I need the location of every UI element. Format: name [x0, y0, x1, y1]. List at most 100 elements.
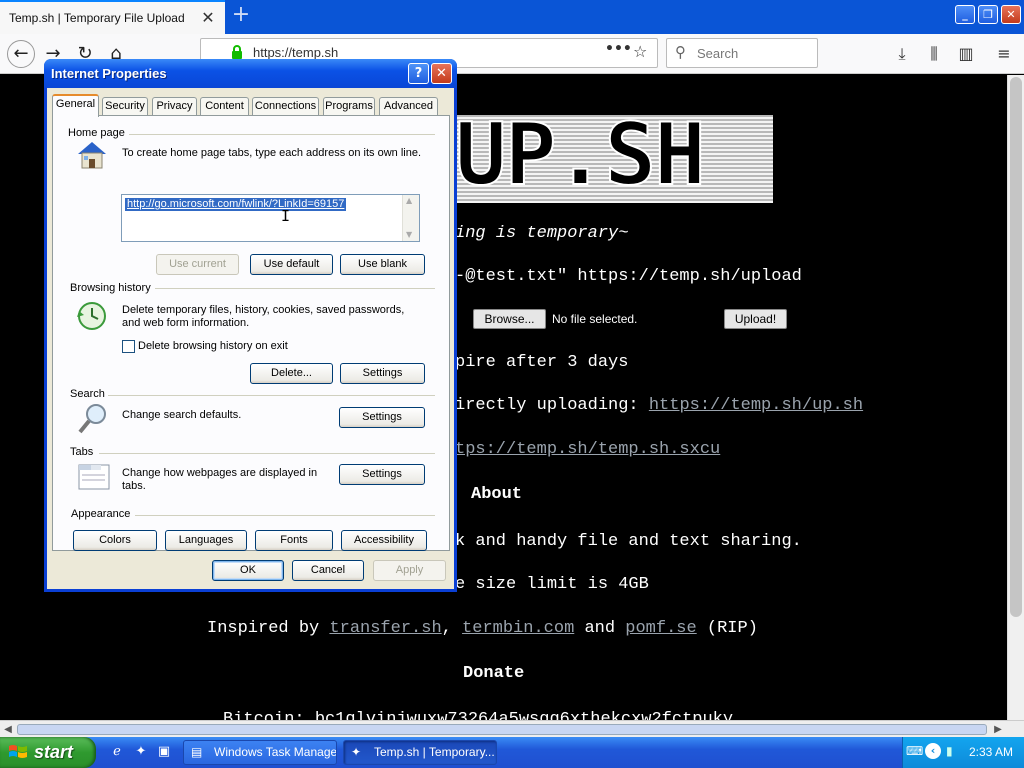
dialog-tabs: General Security Privacy Content Connect…: [52, 94, 452, 117]
text-cursor-icon: I: [281, 207, 291, 225]
termbin-link[interactable]: termbin.com: [462, 619, 574, 638]
delete-on-exit-label: Delete browsing history on exit: [138, 340, 288, 352]
file-status: No file selected.: [552, 312, 638, 326]
tab-programs[interactable]: Programs: [323, 97, 375, 116]
ie-quicklaunch-icon[interactable]: ℯ: [108, 744, 126, 762]
size-limit-text: e size limit is 4GB: [455, 575, 649, 594]
tab-general[interactable]: General: [52, 94, 99, 117]
scroll-down-icon[interactable]: ▼: [406, 230, 412, 239]
use-default-button[interactable]: Use default: [250, 254, 333, 275]
horizontal-scroll-thumb[interactable]: [17, 724, 987, 735]
firefox-task-label: Temp.sh | Temporary...: [374, 745, 495, 759]
colors-button[interactable]: Colors: [73, 530, 157, 551]
search-settings-button[interactable]: Settings: [339, 407, 425, 428]
cancel-button[interactable]: Cancel: [292, 560, 364, 581]
tab-privacy[interactable]: Privacy: [152, 97, 197, 116]
help-button[interactable]: ?: [408, 63, 429, 84]
page-actions-icon[interactable]: •••: [605, 41, 632, 57]
inspired-separator: ,: [441, 619, 463, 638]
apply-button[interactable]: Apply: [373, 560, 446, 581]
firefox-icon: ✦: [351, 745, 362, 759]
accessibility-button[interactable]: Accessibility: [341, 530, 427, 551]
about-text: k and handy file and text sharing.: [455, 532, 802, 551]
divider: [99, 453, 435, 454]
scroll-right-icon[interactable]: ▶: [991, 723, 1005, 736]
downloads-icon[interactable]: ⤓: [891, 43, 913, 65]
history-settings-button[interactable]: Settings: [340, 363, 425, 384]
scroll-up-icon[interactable]: ▲: [406, 196, 412, 205]
minimize-button[interactable]: _: [955, 5, 975, 24]
search-heading: Search: [70, 388, 105, 400]
search-icon: ⚲: [675, 43, 686, 61]
browsing-history-heading: Browsing history: [70, 282, 151, 294]
bitcoin-address: Bitcoin: bc1qlvinjwuxw73264a5wsgg6xthekc…: [223, 710, 734, 720]
window-close-button[interactable]: ✕: [1001, 5, 1021, 24]
new-tab-button[interactable]: +: [229, 4, 253, 28]
direct-upload-line: irectly uploading: https://temp.sh/up.sh: [455, 396, 863, 415]
back-arrow-icon[interactable]: ←: [7, 40, 35, 68]
windows-taskbar: start ℯ ✦ ▣ ▤ Windows Task Manager ✦ Tem…: [0, 737, 1024, 768]
start-button[interactable]: start: [0, 737, 96, 768]
tab-connections[interactable]: Connections: [252, 97, 319, 116]
vertical-scroll-thumb[interactable]: [1010, 77, 1022, 617]
tabs-settings-button[interactable]: Settings: [339, 464, 425, 485]
ok-button[interactable]: OK: [212, 560, 284, 581]
delete-on-exit-checkbox[interactable]: [122, 340, 135, 353]
url-text: https://temp.sh: [253, 45, 339, 60]
inspired-suffix: (RIP): [696, 619, 758, 638]
menu-icon[interactable]: ≡: [993, 43, 1015, 65]
curl-command: -@test.txt" https://temp.sh/upload: [455, 267, 802, 286]
library-icon[interactable]: ⫼: [923, 43, 945, 65]
horizontal-scrollbar[interactable]: ◀ ▶: [0, 720, 1024, 737]
scroll-left-icon[interactable]: ◀: [1, 723, 15, 736]
sidebar-icon[interactable]: ▥: [955, 43, 977, 65]
transfer-sh-link[interactable]: transfer.sh: [329, 619, 441, 638]
firefox-quicklaunch-icon[interactable]: ✦: [132, 744, 150, 762]
sxcu-link[interactable]: tps://temp.sh/temp.sh.sxcu: [455, 440, 720, 459]
direct-upload-label: irectly uploading:: [455, 396, 649, 415]
tabs-description: Change how webpages are displayed in tab…: [122, 467, 318, 492]
tab-advanced[interactable]: Advanced: [379, 97, 438, 116]
tabs-heading: Tabs: [70, 446, 94, 458]
vertical-scrollbar[interactable]: [1007, 75, 1024, 720]
use-blank-button[interactable]: Use blank: [340, 254, 425, 275]
expand-tray-icon[interactable]: ‹: [925, 743, 941, 759]
dialog-title-bar[interactable]: Internet Properties ? ✕: [44, 59, 457, 88]
dialog-title: Internet Properties: [51, 66, 167, 81]
browse-button[interactable]: Browse...: [473, 309, 546, 329]
network-tray-icon[interactable]: ▮: [946, 744, 953, 758]
tab-close-icon[interactable]: ✕: [199, 8, 217, 28]
languages-button[interactable]: Languages: [165, 530, 247, 551]
restore-button[interactable]: ❐: [978, 5, 998, 24]
taskbar-task-manager[interactable]: ▤ Windows Task Manager: [183, 740, 337, 765]
dialog-close-button[interactable]: ✕: [431, 63, 452, 84]
dialog-body: General Security Privacy Content Connect…: [47, 88, 454, 589]
history-icon: [77, 302, 106, 330]
divider: [135, 515, 435, 516]
tab-security[interactable]: Security: [102, 97, 148, 116]
delete-button[interactable]: Delete...: [250, 363, 333, 384]
keyboard-tray-icon[interactable]: ⌨: [906, 744, 923, 758]
tabs-icon: [78, 464, 110, 490]
use-current-button[interactable]: Use current: [156, 254, 239, 275]
pomf-link[interactable]: pomf.se: [625, 619, 696, 638]
taskbar-firefox[interactable]: ✦ Temp.sh | Temporary...: [343, 740, 497, 765]
upload-button[interactable]: Upload!: [724, 309, 787, 329]
desktop-quicklaunch-icon[interactable]: ▣: [155, 744, 173, 762]
home-page-description: To create home page tabs, type each addr…: [122, 147, 422, 159]
magnifier-icon: [78, 404, 106, 434]
fonts-button[interactable]: Fonts: [255, 530, 333, 551]
tagline: ing is temporary~: [455, 224, 629, 243]
search-input[interactable]: ⚲ Search: [666, 38, 818, 68]
tab-title: Temp.sh | Temporary File Upload: [9, 11, 185, 25]
bookmark-star-icon[interactable]: ☆: [633, 42, 647, 61]
home-page-icon: [78, 142, 106, 169]
direct-upload-link[interactable]: https://temp.sh/up.sh: [649, 396, 863, 415]
tab-content[interactable]: Content: [200, 97, 249, 116]
home-page-textarea[interactable]: http://go.microsoft.com/fwlink/?LinkId=6…: [121, 194, 420, 242]
browser-tab-active[interactable]: Temp.sh | Temporary File Upload ✕: [0, 0, 225, 34]
general-tab-panel: Home page To create home page tabs, type…: [52, 115, 450, 551]
about-heading: About: [471, 485, 523, 504]
textarea-scrollbar[interactable]: ▲ ▼: [402, 195, 419, 241]
task-manager-label: Windows Task Manager: [214, 745, 337, 759]
